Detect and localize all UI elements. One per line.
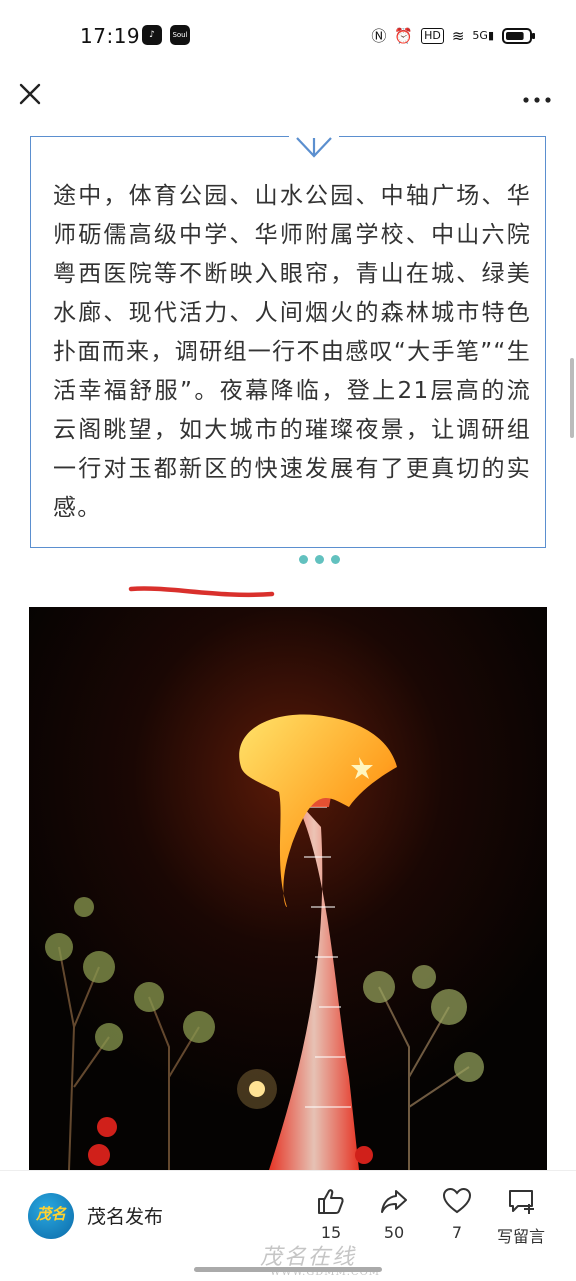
favorite-count: 7 [451,1223,463,1242]
chevron-down-icon [289,134,339,164]
nfc-icon: Ⓝ [371,27,387,45]
soul-app-icon: Soul [170,25,190,45]
more-icon[interactable] [520,80,554,110]
hd-icon: HD [421,28,444,44]
account-logo[interactable]: 茂名 [28,1193,74,1239]
share-button[interactable]: 50 [359,1185,429,1242]
site-watermark: 茂名在线 WWW.GDMM.COM [260,1245,381,1278]
close-icon[interactable] [14,78,48,112]
nav-bar [0,72,576,126]
wifi-icon: ≋ [451,27,465,45]
battery-icon [502,28,535,44]
comment-label: 写留言 [496,1227,545,1246]
home-indicator[interactable] [194,1267,382,1272]
comment-button[interactable]: 写留言 [486,1185,556,1247]
article-paragraph: 途中，体育公园、山水公园、中轴广场、华师砺儒高级中学、华师附属学校、中山六院粤西… [53,183,531,521]
share-icon [381,1190,407,1213]
decorative-dots [289,551,349,567]
signal-5g-icon: 5G▮ [472,29,494,42]
share-count: 50 [383,1223,405,1242]
battery-fill [506,32,524,40]
favorite-button[interactable]: 7 [422,1185,492,1242]
like-button[interactable]: 15 [296,1185,366,1242]
heart-icon [442,1187,472,1214]
article-photo[interactable] [29,607,547,1170]
comment-add-icon [509,1190,534,1214]
system-icons: Ⓝ ⏰ HD ≋ 5G▮ [371,24,536,48]
tiktok-icon: ♪ [142,25,162,45]
article-content[interactable]: 途中，体育公园、山水公园、中轴广场、华师砺儒高级中学、华师附属学校、中山六院粤西… [0,126,576,1170]
scrollbar[interactable] [570,358,574,438]
thumbs-up-icon [318,1189,344,1214]
red-underline-mark [128,586,275,598]
quote-text-box: 途中，体育公园、山水公园、中轴广场、华师砺儒高级中学、华师附属学校、中山六院粤西… [30,134,546,567]
alarm-icon: ⏰ [394,27,414,45]
status-bar: 17:19 ♪ Soul Ⓝ ⏰ HD ≋ 5G▮ [0,0,576,72]
account-name[interactable]: 茂名发布 [87,1202,163,1229]
bottom-toolbar: 茂名 茂名发布 15 50 7 写留言 茂名在线 WWW.GDMM.COM [0,1170,576,1281]
status-time: 17:19 [80,24,141,48]
